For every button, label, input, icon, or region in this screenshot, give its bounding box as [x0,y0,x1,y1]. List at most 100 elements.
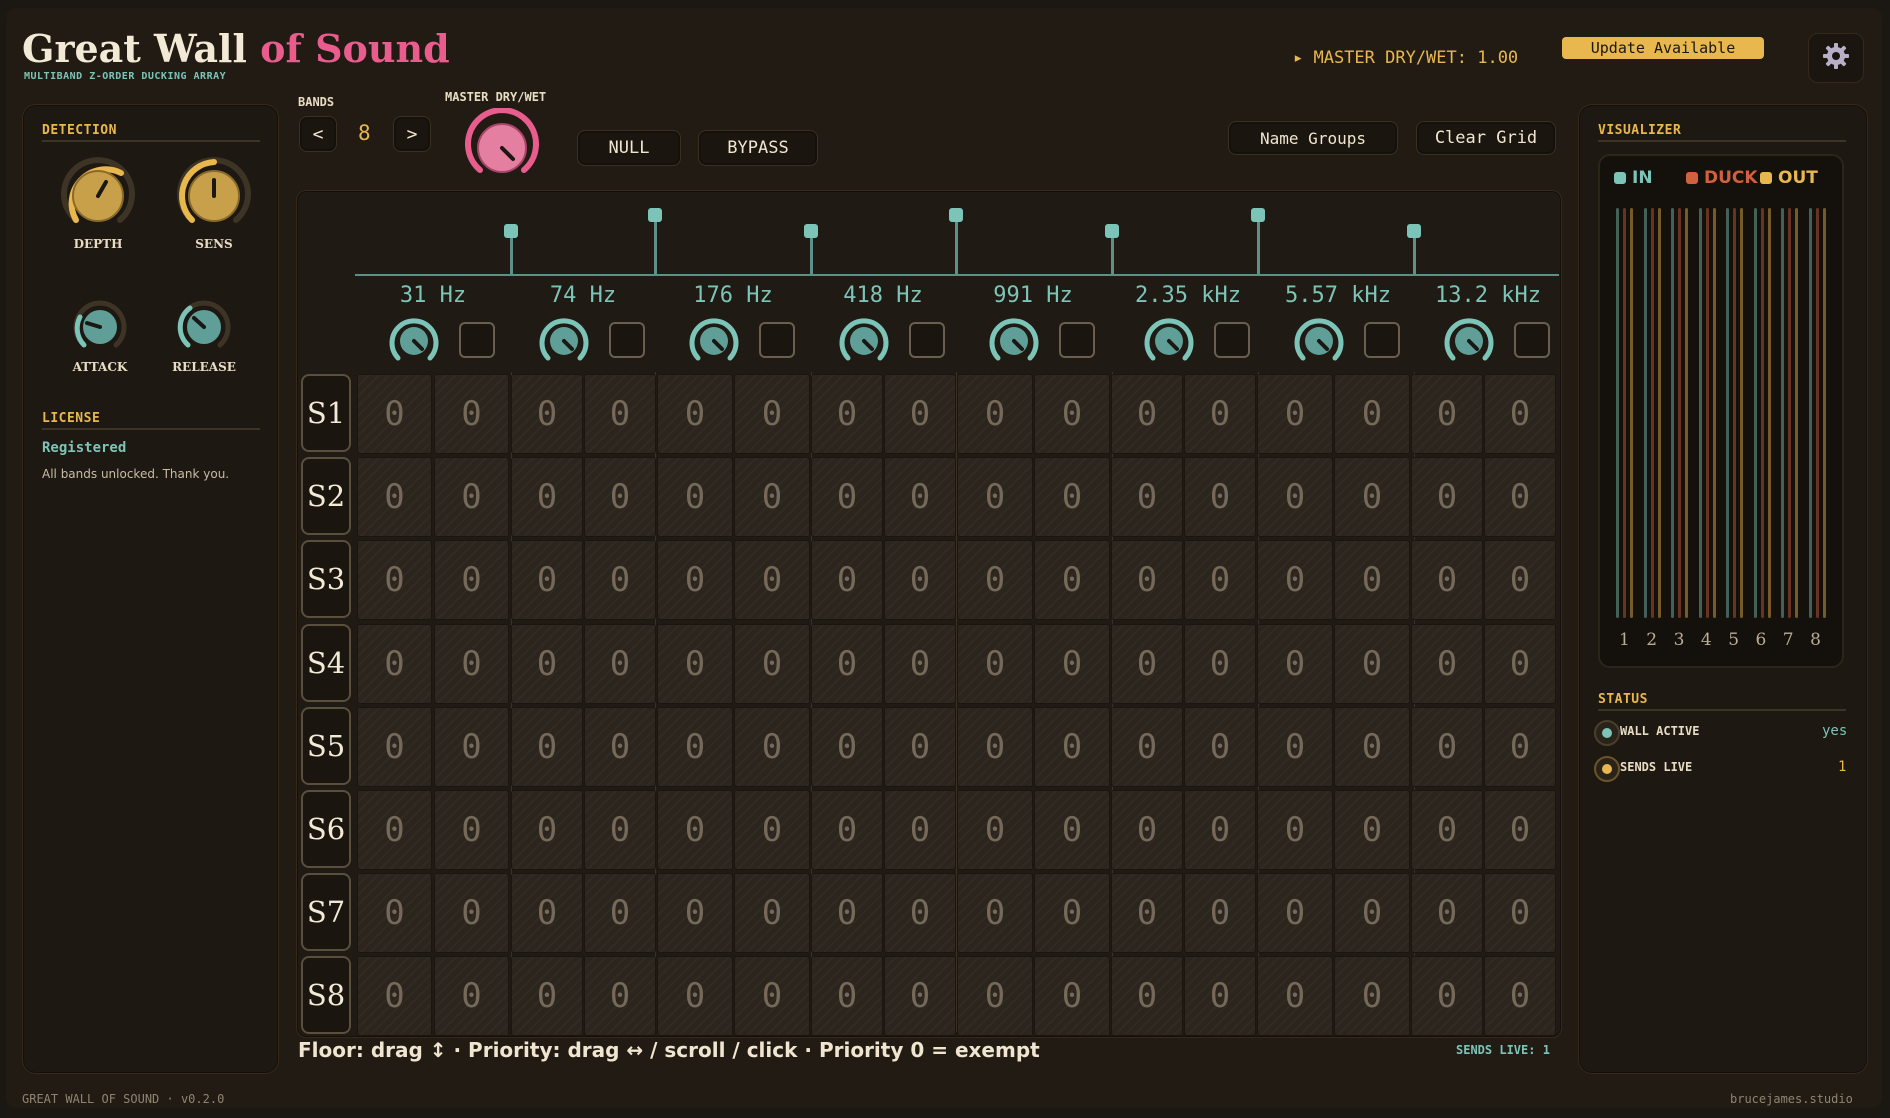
grid-cell[interactable]: 0 [584,956,656,1037]
band-floor-knob[interactable] [986,314,1042,370]
depth-knob[interactable] [58,156,138,240]
grid-cell[interactable]: 0 [1484,457,1556,538]
grid-cell[interactable]: 0 [1257,956,1333,1037]
grid-cell[interactable]: 0 [511,706,583,787]
release-knob[interactable] [174,297,234,361]
grid-cell[interactable]: 0 [811,790,883,870]
grid-cell[interactable]: 0 [1111,374,1183,454]
grid-cell[interactable]: 0 [957,540,1033,621]
grid-cell[interactable]: 0 [811,540,883,621]
grid-cell[interactable]: 0 [1184,956,1256,1037]
grid-cell[interactable]: 0 [1111,706,1183,787]
grid-cell[interactable]: 0 [657,623,733,704]
grid-cell[interactable]: 0 [734,956,810,1037]
grid-cell[interactable]: 0 [884,623,956,704]
grid-cell[interactable]: 0 [811,374,883,454]
row-label-s4[interactable]: S4 [301,623,351,702]
grid-cell[interactable]: 0 [584,374,656,454]
crossover-handle[interactable] [949,208,963,222]
grid-cell[interactable]: 0 [584,540,656,621]
grid-cell[interactable]: 0 [734,457,810,538]
update-available-button[interactable]: Update Available [1562,37,1764,59]
grid-cell[interactable]: 0 [1034,706,1110,787]
crossover-handle[interactable] [1251,208,1265,222]
attack-knob[interactable] [70,297,130,361]
band-floor-knob[interactable] [1291,314,1347,370]
band-floor-knob[interactable] [386,314,442,370]
grid-cell[interactable]: 0 [434,623,509,704]
band-enable-checkbox[interactable] [609,322,645,358]
band-enable-checkbox[interactable] [459,322,495,358]
grid-cell[interactable]: 0 [1484,706,1556,787]
crossover-handle[interactable] [504,224,518,238]
grid-cell[interactable]: 0 [1334,790,1410,870]
row-label-s2[interactable]: S2 [301,457,351,536]
grid-cell[interactable]: 0 [357,706,432,787]
grid-cell[interactable]: 0 [1184,706,1256,787]
grid-cell[interactable]: 0 [1334,540,1410,621]
grid-cell[interactable]: 0 [1484,623,1556,704]
grid-cell[interactable]: 0 [1334,706,1410,787]
grid-cell[interactable]: 0 [511,790,583,870]
crossover-handle[interactable] [804,224,818,238]
band-floor-knob[interactable] [1441,314,1497,370]
grid-cell[interactable]: 0 [811,623,883,704]
grid-cell[interactable]: 0 [1184,374,1256,454]
band-floor-knob[interactable] [836,314,892,370]
grid-cell[interactable]: 0 [1411,790,1483,870]
grid-cell[interactable]: 0 [1111,790,1183,870]
grid-cell[interactable]: 0 [584,790,656,870]
grid-cell[interactable]: 0 [1484,374,1556,454]
grid-cell[interactable]: 0 [357,790,432,870]
grid-cell[interactable]: 0 [357,540,432,621]
grid-cell[interactable]: 0 [434,374,509,454]
grid-cell[interactable]: 0 [1334,374,1410,454]
grid-cell[interactable]: 0 [957,790,1033,870]
row-label-s7[interactable]: S7 [301,873,351,952]
row-label-s5[interactable]: S5 [301,706,351,785]
grid-cell[interactable]: 0 [1334,873,1410,954]
grid-cell[interactable]: 0 [1411,956,1483,1037]
grid-cell[interactable]: 0 [734,540,810,621]
grid-cell[interactable]: 0 [957,956,1033,1037]
grid-cell[interactable]: 0 [511,457,583,538]
grid-cell[interactable]: 0 [1257,790,1333,870]
grid-cell[interactable]: 0 [1034,457,1110,538]
sens-knob[interactable] [174,156,254,240]
grid-cell[interactable]: 0 [1184,457,1256,538]
grid-cell[interactable]: 0 [1184,790,1256,870]
grid-cell[interactable]: 0 [1111,540,1183,621]
grid-cell[interactable]: 0 [511,540,583,621]
grid-cell[interactable]: 0 [1484,956,1556,1037]
row-label-s8[interactable]: S8 [301,956,351,1035]
grid-cell[interactable]: 0 [1257,623,1333,704]
grid-cell[interactable]: 0 [357,873,432,954]
grid-cell[interactable]: 0 [434,790,509,870]
grid-cell[interactable]: 0 [884,706,956,787]
grid-cell[interactable]: 0 [1411,374,1483,454]
clear-grid-button[interactable]: Clear Grid [1416,121,1556,155]
grid-cell[interactable]: 0 [657,374,733,454]
crossover-handle[interactable] [1407,224,1421,238]
grid-cell[interactable]: 0 [884,374,956,454]
grid-cell[interactable]: 0 [1411,706,1483,787]
grid-cell[interactable]: 0 [811,956,883,1037]
grid-cell[interactable]: 0 [357,623,432,704]
grid-cell[interactable]: 0 [657,706,733,787]
grid-cell[interactable]: 0 [734,623,810,704]
grid-cell[interactable]: 0 [584,706,656,787]
grid-cell[interactable]: 0 [584,457,656,538]
grid-cell[interactable]: 0 [584,623,656,704]
bypass-button[interactable]: BYPASS [698,130,818,166]
grid-cell[interactable]: 0 [1257,873,1333,954]
grid-cell[interactable]: 0 [1034,623,1110,704]
grid-cell[interactable]: 0 [657,540,733,621]
grid-cell[interactable]: 0 [734,374,810,454]
settings-button[interactable] [1808,33,1864,83]
band-floor-knob[interactable] [686,314,742,370]
grid-cell[interactable]: 0 [357,374,432,454]
grid-cell[interactable]: 0 [657,873,733,954]
grid-cell[interactable]: 0 [1257,540,1333,621]
grid-cell[interactable]: 0 [884,457,956,538]
grid-cell[interactable]: 0 [957,623,1033,704]
